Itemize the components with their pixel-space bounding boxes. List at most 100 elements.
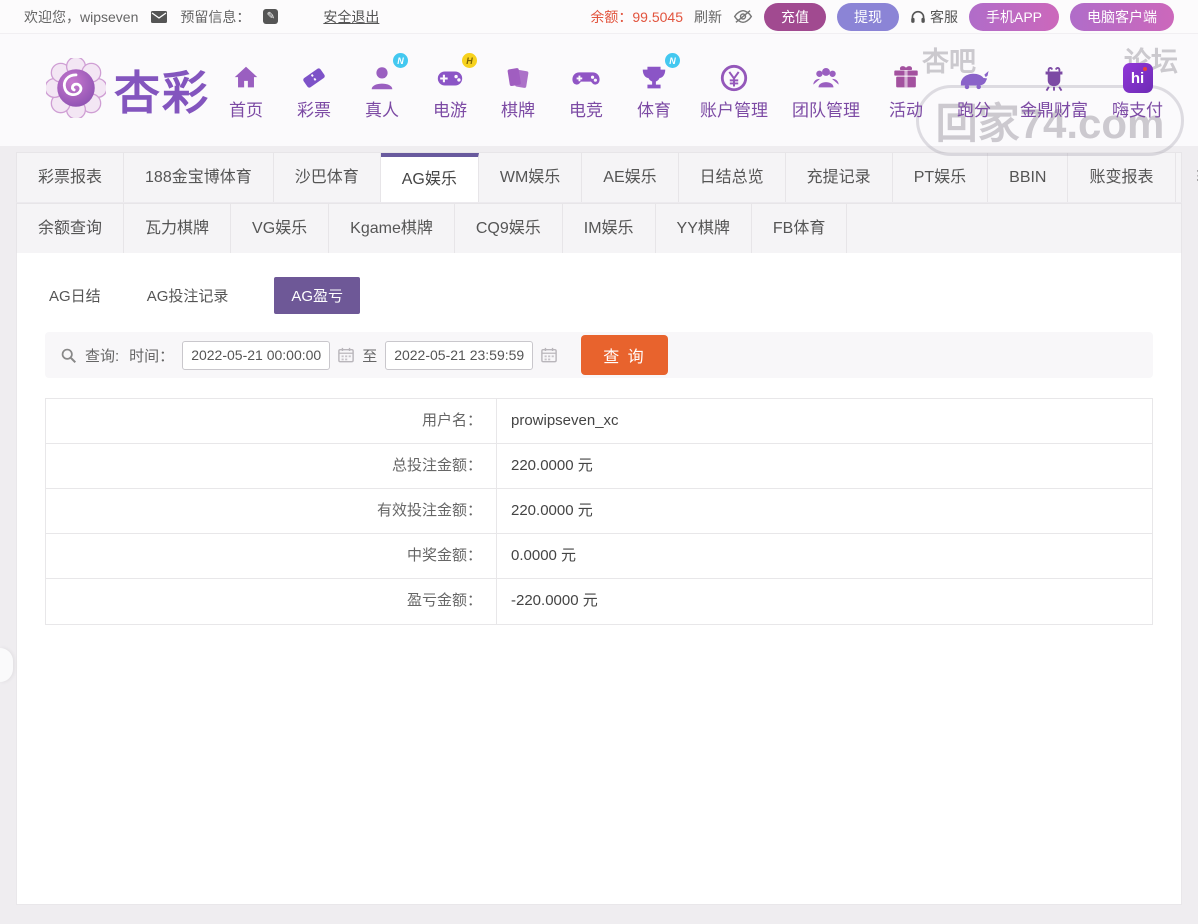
nav-item-home[interactable]: 首页 xyxy=(224,59,268,121)
tab-item[interactable]: 转账报表 xyxy=(1176,153,1198,202)
result-table: 用户名： prowipseven_xc 总投注金额： 220.0000 元 有效… xyxy=(45,398,1153,625)
pc-client-button[interactable]: 电脑客户端 xyxy=(1070,2,1174,31)
activity-gift-icon xyxy=(891,59,921,93)
esports-gamepad-icon xyxy=(570,59,602,93)
new-badge: N xyxy=(665,53,680,68)
row-value: 220.0000 元 xyxy=(511,502,593,519)
customer-service-link[interactable]: 客服 xyxy=(910,7,958,27)
home-icon xyxy=(231,59,261,93)
mail-icon[interactable] xyxy=(151,10,168,23)
nav-item-boardgames[interactable]: 棋牌 xyxy=(496,59,540,121)
slots-gamepad-icon: H xyxy=(434,53,477,93)
logout-link[interactable]: 安全退出 xyxy=(323,7,379,27)
reserved-info-label: 预留信息： xyxy=(180,8,251,25)
tab-item[interactable]: WM娱乐 xyxy=(479,153,583,202)
row-label: 盈亏金额： xyxy=(46,579,497,624)
row-label: 用户名： xyxy=(46,399,497,443)
query-submit-button[interactable]: 查 询 xyxy=(581,335,668,375)
new-badge: N xyxy=(393,53,408,68)
hipay-app-icon: hi xyxy=(1122,59,1153,93)
notification-dot xyxy=(1142,67,1147,71)
tab-item[interactable]: AE娱乐 xyxy=(582,153,679,202)
site-header: 杏吧 论坛 回家74.com 杏彩 首页 彩票 N 真人 H 电游 棋牌 电竞 … xyxy=(0,34,1198,156)
nav-item-lottery[interactable]: 彩票 xyxy=(292,59,336,121)
datetime-from-input[interactable] xyxy=(182,340,331,370)
tab-item[interactable]: VG娱乐 xyxy=(231,204,330,253)
withdraw-button[interactable]: 提现 xyxy=(836,2,899,31)
tab-item[interactable]: Kgame棋牌 xyxy=(329,204,455,253)
tab-item[interactable]: FB体育 xyxy=(752,204,848,253)
lottery-ticket-icon xyxy=(299,59,329,93)
table-row: 盈亏金额： -220.0000 元 xyxy=(46,579,1152,624)
row-value: 0.0000 元 xyxy=(511,547,577,564)
nav-item-sports[interactable]: N 体育 xyxy=(632,53,680,121)
tab-item[interactable]: 瓦力棋牌 xyxy=(124,204,232,253)
cards-icon xyxy=(503,59,533,93)
time-label: 时间： xyxy=(129,347,175,365)
tab-item[interactable]: YY棋牌 xyxy=(656,204,752,253)
edit-icon[interactable]: ✎ xyxy=(263,9,279,24)
refresh-link[interactable]: 刷新 xyxy=(694,7,722,27)
row-label: 总投注金额： xyxy=(46,444,497,488)
site-logo[interactable]: 杏彩 xyxy=(44,55,210,123)
query-bar: 查询: 时间： 至 查 询 xyxy=(45,332,1153,378)
side-panel-handle[interactable] xyxy=(0,648,13,682)
row-label: 有效投注金额： xyxy=(46,489,497,533)
row-label: 中奖金额： xyxy=(46,534,497,578)
table-row: 用户名： prowipseven_xc xyxy=(46,399,1152,444)
tab-item[interactable]: AG娱乐 xyxy=(380,153,479,202)
flower-logo-icon xyxy=(44,55,108,123)
report-card: 彩票报表 188金宝博体育 沙巴体育 AG娱乐 WM娱乐 AE娱乐 日结总览 充提记录 PT娱乐… xyxy=(16,152,1198,905)
live-casino-icon: N xyxy=(367,53,408,93)
hot-badge: H xyxy=(462,53,477,68)
nav-item-activity[interactable]: 活动 xyxy=(884,59,928,121)
account-coin-icon xyxy=(719,59,749,93)
team-people-icon xyxy=(810,59,842,93)
jinding-tripod-icon xyxy=(1039,59,1069,93)
subtab-item[interactable]: AG盈亏 xyxy=(274,277,361,314)
tab-item[interactable]: 沙巴体育 xyxy=(274,153,381,202)
nav-item-slots[interactable]: H 电游 xyxy=(428,53,477,121)
tab-item[interactable]: 账变报表 xyxy=(1068,153,1176,202)
sub-tabs: AG日结 AG投注记录 AG盈亏 xyxy=(49,277,1153,314)
topbar: 欢迎您，wipseven 预留信息： ✎ 安全退出 余额：99.5045 刷新 … xyxy=(0,0,1198,34)
row-value: -220.0000 元 xyxy=(511,592,598,609)
logo-text: 杏彩 xyxy=(114,67,210,119)
tab-item[interactable]: BBIN xyxy=(988,153,1069,202)
tab-row-2: 余额查询 瓦力棋牌 VG娱乐 Kgame棋牌 CQ9娱乐 IM娱乐 YY棋牌 FB体育 xyxy=(16,203,1182,253)
table-row: 总投注金额： 220.0000 元 xyxy=(46,444,1152,489)
tab-item[interactable]: 充提记录 xyxy=(786,153,893,202)
nav-item-jinding[interactable]: 金鼎财富 xyxy=(1020,59,1088,121)
main-nav: 首页 彩票 N 真人 H 电游 棋牌 电竞 N 体育 账户管理 团队管理 活动 … xyxy=(224,53,1163,121)
tab-item[interactable]: CQ9娱乐 xyxy=(455,204,563,253)
table-row: 中奖金额： 0.0000 元 xyxy=(46,534,1152,579)
paofen-rhino-icon xyxy=(957,59,991,93)
mobile-app-button[interactable]: 手机APP xyxy=(968,2,1059,31)
nav-item-team[interactable]: 团队管理 xyxy=(792,59,860,121)
tab-item[interactable]: 日结总览 xyxy=(679,153,786,202)
tab-item[interactable]: IM娱乐 xyxy=(563,204,656,253)
calendar-icon[interactable] xyxy=(338,347,355,363)
table-row: 有效投注金额： 220.0000 元 xyxy=(46,489,1152,534)
nav-item-account[interactable]: 账户管理 xyxy=(700,59,768,121)
deposit-button[interactable]: 充值 xyxy=(763,2,826,31)
query-label: 查询: xyxy=(85,347,120,365)
nav-item-paofen[interactable]: 跑分 xyxy=(952,59,996,121)
datetime-to-input[interactable] xyxy=(385,340,534,370)
tab-row-1: 彩票报表 188金宝博体育 沙巴体育 AG娱乐 WM娱乐 AE娱乐 日结总览 充提记录 PT娱乐… xyxy=(16,152,1198,203)
welcome-text: 欢迎您，wipseven xyxy=(24,8,139,25)
row-value: prowipseven_xc xyxy=(511,412,619,429)
search-icon xyxy=(60,347,77,364)
nav-item-hipay[interactable]: hi 嗨支付 xyxy=(1112,59,1163,121)
subtab-item[interactable]: AG投注记录 xyxy=(147,277,229,314)
subtab-item[interactable]: AG日结 xyxy=(49,277,101,314)
calendar-icon[interactable] xyxy=(541,347,558,363)
tab-item[interactable]: 彩票报表 xyxy=(17,153,125,202)
tab-item[interactable]: 余额查询 xyxy=(17,204,125,253)
eye-off-icon[interactable] xyxy=(733,9,753,24)
nav-item-live[interactable]: N 真人 xyxy=(360,53,408,121)
tab-item[interactable]: PT娱乐 xyxy=(893,153,989,202)
sports-trophy-icon: N xyxy=(639,53,680,93)
tab-item[interactable]: 188金宝博体育 xyxy=(124,153,274,202)
nav-item-esports[interactable]: 电竞 xyxy=(564,59,608,121)
